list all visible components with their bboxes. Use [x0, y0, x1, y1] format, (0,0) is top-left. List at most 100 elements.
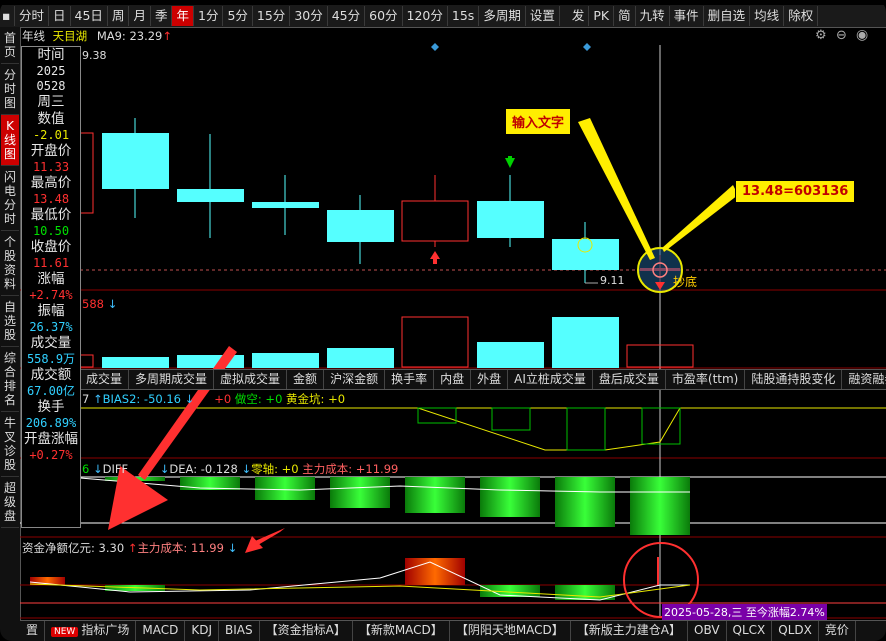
macd-dea-arrow-icon: ↓ — [159, 462, 170, 476]
indicator-tab[interactable]: 成交量 — [80, 370, 130, 389]
bottom-tab[interactable]: 【阴阳天地MACD】 — [450, 621, 571, 641]
bottom-tab[interactable]: 【新款MACD】 — [353, 621, 450, 641]
info-label: 换手 — [37, 399, 65, 415]
bias-down-arrow-icon: ↑ — [92, 392, 103, 406]
info-value: 11.61 — [32, 256, 70, 270]
input-text-note[interactable]: 输入文字 — [505, 108, 572, 135]
indicator-tab[interactable]: 外盘 — [471, 370, 509, 389]
bottom-signal-label: 抄底 — [673, 275, 698, 289]
bias-golden-label: 黄金坑: +0 — [286, 392, 346, 406]
info-value: 13.48 — [32, 192, 70, 206]
bottom-indicator-tabs: 置 NEW 指标广场 MACD KDJ BIAS 【资金指标A】 【新款MACD】 【阴阳天地M… — [20, 620, 886, 641]
candle-1 — [102, 133, 169, 189]
bottom-tab[interactable]: NEW 指标广场 — [45, 621, 137, 641]
bottom-tab[interactable]: OBV — [688, 621, 727, 641]
red-arrow-2 — [245, 528, 285, 553]
bias-label-1: 7 — [82, 392, 90, 406]
indicator-tab[interactable]: 金额 — [287, 370, 325, 389]
info-value: 11.33 — [32, 160, 70, 174]
bottom-tab[interactable]: KDJ — [185, 621, 219, 641]
indicator-tab[interactable]: AI立桩成交量 — [508, 370, 593, 389]
indicator-tab[interactable]: 市盈率(ttm) — [666, 370, 746, 389]
info-value: 10.50 — [32, 224, 70, 238]
bottom-tab[interactable]: BIAS — [219, 621, 260, 641]
macd-dea-label: DEA: -0.128 — [169, 462, 238, 476]
info-label: 开盘价 — [30, 143, 72, 159]
info-panel: 时间 2025 0528 周三 数值 -2.01 开盘价 11.33 最高价 13.48 最低价 10… — [21, 46, 81, 528]
indicator-tabs: 成交量 多周期成交量 虚拟成交量 金额 沪深金额 换手率 内盘 外盘 AI立桩成交量 盘后成交量市… — [80, 369, 886, 390]
bias-short-label: 做空: +0 — [234, 392, 283, 406]
candlesticks — [102, 118, 619, 283]
info-label: 最低价 — [30, 207, 72, 223]
candle-partial — [79, 132, 94, 214]
bottom-tab[interactable]: QLDX — [772, 621, 819, 641]
info-value: 26.37% — [29, 320, 73, 334]
info-label: 成交量 — [30, 335, 72, 351]
indicator-tab[interactable]: 陆股通持股变化 — [745, 370, 843, 389]
bottom-tab[interactable]: QLCX — [727, 621, 773, 641]
bottom-tab-label: 指标广场 — [81, 623, 130, 637]
indicator-tab[interactable]: 内盘 — [434, 370, 472, 389]
bottom-tab[interactable]: 竞价 — [819, 621, 856, 641]
date-tag: 2025-05-28,三 至今涨幅2.74% — [662, 604, 827, 620]
info-label: 数值 — [37, 111, 65, 127]
candle-4 — [327, 210, 394, 242]
info-label: 周三 — [37, 94, 65, 110]
macd-diff-label: DIFF — [102, 462, 129, 476]
info-value: -2.01 — [32, 128, 70, 142]
volume-value: 588 — [82, 297, 104, 311]
bias-label-3: +0 — [214, 392, 232, 406]
macd-header: 6 ↓DIFF ↓DEA: -0.128 ↓零轴: +0 主力成本: +11.9… — [82, 461, 398, 477]
fund-down-arrow-icon: ↓ — [227, 541, 238, 555]
indicator-tab[interactable]: 沪深金额 — [324, 370, 386, 389]
bias2-label: BIAS2: -50.16 — [102, 392, 181, 406]
indicator-tab[interactable]: 融资融券变 — [842, 370, 886, 389]
app-window: ▪ 分时日 45日周月季年 1分 5分 15分 30分 45分 60分 120分 15s 多周期 设置… — [0, 0, 886, 641]
info-label: 收盘价 — [30, 239, 72, 255]
bottom-tab[interactable]: 【新版主力建仓A】 — [571, 621, 689, 641]
info-label: 最高价 — [30, 175, 72, 191]
macd-cost-label: 主力成本: +11.99 — [302, 462, 399, 476]
fund-header: 资金净额亿元: 3.30 ↑主力成本: 11.99 ↓ — [22, 540, 237, 556]
info-label: 成交额 — [30, 367, 72, 383]
fund-net-label: 资金净额亿元: — [22, 541, 95, 555]
bottom-tab[interactable]: 置 — [20, 621, 46, 641]
volume-header: 588 ↓ — [82, 297, 117, 311]
info-value: 67.00亿 — [26, 384, 76, 398]
low-price-label: 9.11 — [600, 274, 625, 287]
bottom-tab[interactable]: 【资金指标A】 — [260, 621, 353, 641]
bias-panel — [80, 407, 886, 451]
macd-down-arrow-icon: ↓ — [92, 462, 103, 476]
bottom-tab[interactable]: MACD — [136, 621, 186, 641]
macd-label-1: 6 — [82, 462, 90, 476]
bias-header: 7 ↑BIAS2: -50.16 ↓ +0 做空: +0 黄金坑: +0 — [82, 391, 345, 407]
candle-6 — [477, 201, 544, 238]
bias-down-arrow-icon-2: ↓ — [184, 392, 195, 406]
up-arrow-marker — [430, 251, 440, 259]
indicator-tab[interactable]: 换手率 — [385, 370, 435, 389]
candle-7 — [552, 239, 619, 270]
callout-line-2 — [662, 185, 738, 252]
callout-line-1 — [578, 118, 655, 260]
fund-net-value: 3.30 — [98, 541, 125, 555]
candle-5 — [401, 200, 469, 242]
info-value-2: 0528 — [36, 79, 66, 93]
indicator-tab[interactable]: 多周期成交量 — [129, 370, 215, 389]
info-value: +2.74% — [29, 288, 73, 302]
new-badge: NEW — [51, 627, 79, 637]
indicator-tab[interactable]: 盘后成交量 — [593, 370, 666, 389]
candle-3 — [252, 202, 319, 208]
info-value: 2025 — [36, 64, 66, 78]
info-value: +0.27% — [29, 448, 73, 462]
marker-diamond-2 — [583, 43, 591, 51]
macd-zero-label: 零轴: +0 — [251, 462, 299, 476]
info-label: 开盘涨幅 — [24, 431, 78, 447]
fund-cost-label: 主力成本: — [137, 541, 188, 555]
fund-up-arrow-icon: ↑ — [127, 541, 138, 555]
price-tag-note[interactable]: 13.48=603136 — [735, 180, 856, 203]
info-label: 涨幅 — [37, 271, 65, 287]
info-value: 206.89% — [25, 416, 77, 430]
info-label: 时间 — [37, 47, 65, 63]
volume-down-arrow-icon: ↓ — [103, 297, 118, 311]
indicator-tab[interactable]: 虚拟成交量 — [214, 370, 288, 389]
